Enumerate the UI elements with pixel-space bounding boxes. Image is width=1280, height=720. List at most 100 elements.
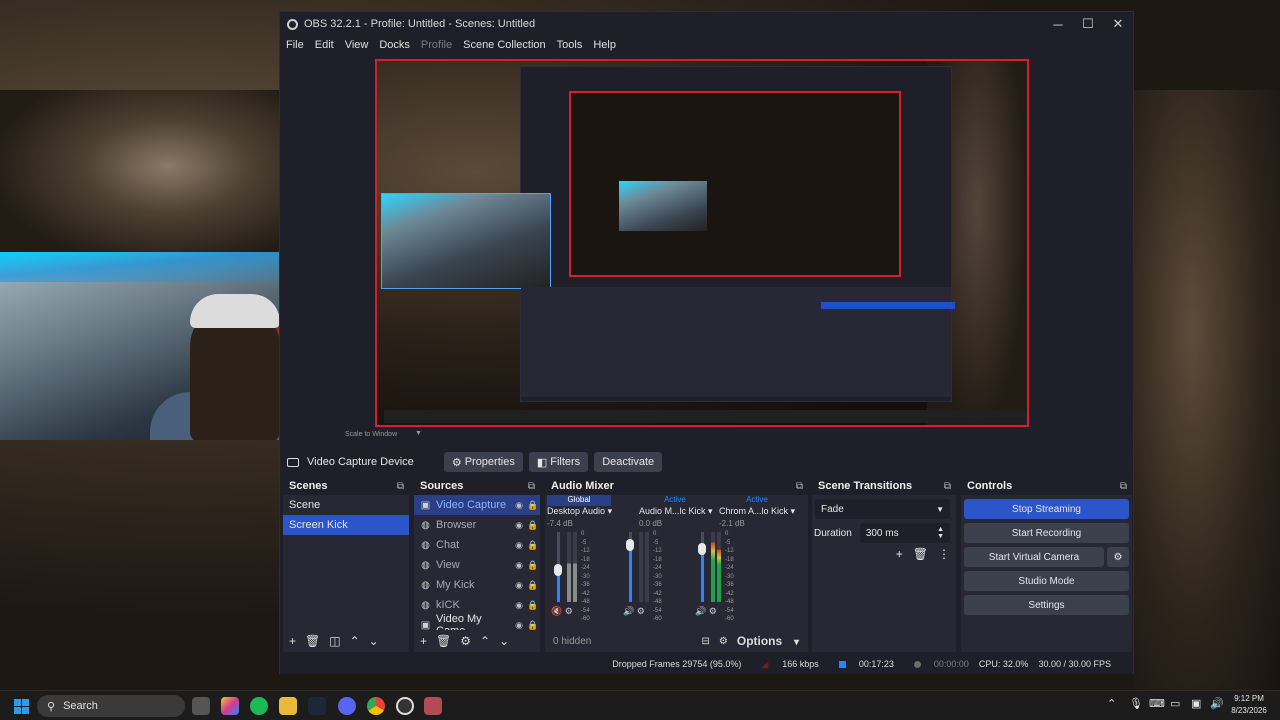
close-button[interactable]: ✕ bbox=[1103, 16, 1133, 32]
preview-canvas[interactable] bbox=[375, 59, 1029, 427]
menu-help[interactable]: Help bbox=[593, 39, 616, 51]
move-down-icon[interactable]: ⌄ bbox=[499, 634, 509, 648]
visibility-icon[interactable]: ◉ bbox=[512, 620, 526, 631]
studio-mode-button[interactable]: Studio Mode bbox=[964, 571, 1129, 591]
lock-icon[interactable]: 🔒 bbox=[526, 560, 540, 571]
mixer-layout-icon[interactable]: ⊟ bbox=[702, 636, 710, 647]
mixer-channel-name[interactable]: Audio M...lc Kick ▾ bbox=[639, 506, 713, 519]
move-up-icon[interactable]: ⌃ bbox=[480, 634, 490, 648]
discord-icon[interactable] bbox=[338, 697, 356, 715]
source-item[interactable]: ◍ kICK ◉ 🔒 bbox=[414, 595, 540, 615]
tray-overflow-icon[interactable]: ⌃ bbox=[1107, 697, 1116, 710]
chrome-icon[interactable] bbox=[367, 697, 385, 715]
source-item[interactable]: ◍ Chat ◉ 🔒 bbox=[414, 535, 540, 555]
volume-icon[interactable]: 🔊 bbox=[1210, 697, 1224, 710]
lock-icon[interactable]: 🔒 bbox=[526, 540, 540, 551]
windows-start-icon[interactable] bbox=[14, 699, 29, 714]
virtual-camera-settings-icon[interactable]: ⚙ bbox=[1107, 547, 1129, 567]
mixer-channel-name[interactable]: Desktop Audio ▾ bbox=[547, 506, 613, 519]
steam-icon[interactable] bbox=[308, 697, 326, 715]
settings-button[interactable]: Settings bbox=[964, 595, 1129, 615]
mute-icon[interactable]: 🔊 ⚙ bbox=[695, 606, 717, 617]
add-transition-icon[interactable]: + bbox=[896, 547, 903, 561]
undock-icon[interactable]: ⧉ bbox=[796, 481, 803, 492]
display-icon[interactable]: ▭ bbox=[1170, 697, 1180, 710]
source-item[interactable]: ◍ Browser ◉ 🔒 bbox=[414, 515, 540, 535]
visibility-icon[interactable]: ◉ bbox=[512, 500, 526, 511]
remove-transition-icon[interactable]: 🗑 bbox=[913, 547, 928, 561]
source-item[interactable]: ◍ My Kick ◉ 🔒 bbox=[414, 575, 540, 595]
start-virtual-camera-button[interactable]: Start Virtual Camera bbox=[964, 547, 1104, 567]
chevron-down-icon[interactable]: ▾ bbox=[791, 506, 796, 516]
file-explorer-icon[interactable] bbox=[279, 697, 297, 715]
move-up-icon[interactable]: ⌃ bbox=[350, 634, 360, 648]
mixer-tab[interactable]: Active bbox=[719, 495, 795, 506]
duration-input[interactable]: 300 ms ▲ ▼ bbox=[859, 523, 950, 543]
minimize-button[interactable]: ─ bbox=[1043, 17, 1073, 32]
chevron-down-icon[interactable]: ▾ bbox=[608, 506, 613, 516]
menu-edit[interactable]: Edit bbox=[315, 39, 334, 51]
scale-to-window-label[interactable]: Scale to Window bbox=[345, 431, 397, 438]
taskbar-clock[interactable]: 9:12 PM 8/23/2026 bbox=[1226, 693, 1272, 717]
taskbar-search[interactable]: ⚲ Search bbox=[37, 695, 185, 717]
spotify-icon[interactable] bbox=[250, 697, 268, 715]
menu-file[interactable]: File bbox=[286, 39, 304, 51]
menu-profile[interactable]: Profile bbox=[421, 39, 452, 51]
mute-icon[interactable]: 🔇 ⚙ bbox=[551, 606, 573, 617]
keyboard-icon[interactable]: ⌨ bbox=[1149, 697, 1165, 710]
maximize-button[interactable]: ☐ bbox=[1073, 16, 1103, 32]
visibility-icon[interactable]: ◉ bbox=[512, 600, 526, 611]
menu-docks[interactable]: Docks bbox=[379, 39, 410, 51]
lock-icon[interactable]: 🔒 bbox=[526, 620, 540, 631]
scene-filters-icon[interactable]: ◫ bbox=[329, 634, 340, 648]
scale-dropdown-icon[interactable]: ▼ bbox=[415, 430, 422, 437]
remove-source-icon[interactable]: 🗑 bbox=[436, 634, 451, 648]
mixer-tab[interactable]: Active bbox=[639, 495, 711, 506]
scene-item-scene[interactable]: Scene bbox=[283, 495, 409, 515]
visibility-icon[interactable]: ◉ bbox=[512, 520, 526, 531]
source-item[interactable]: ◍ View ◉ 🔒 bbox=[414, 555, 540, 575]
source-properties-icon[interactable]: ⚙ bbox=[460, 634, 471, 648]
undock-icon[interactable]: ⧉ bbox=[528, 481, 535, 492]
network-icon[interactable]: ▣ bbox=[1191, 697, 1201, 710]
undock-icon[interactable]: ⧉ bbox=[1120, 481, 1127, 492]
mute-icon[interactable]: 🔊 ⚙ bbox=[623, 606, 645, 617]
remove-scene-icon[interactable]: 🗑 bbox=[305, 634, 320, 648]
source-item[interactable]: ▣ Video Capture ◉ 🔒 bbox=[414, 495, 540, 515]
filters-button[interactable]: ◧ Filters bbox=[528, 452, 589, 472]
microphone-icon[interactable]: 🎙 bbox=[1129, 697, 1143, 710]
mixer-tab[interactable]: Global bbox=[547, 495, 611, 506]
spin-arrows-icon[interactable]: ▲ ▼ bbox=[937, 526, 944, 540]
lock-icon[interactable]: 🔒 bbox=[526, 520, 540, 531]
lock-icon[interactable]: 🔒 bbox=[526, 580, 540, 591]
mixer-channel-name[interactable]: Chrom A...lo Kick ▾ bbox=[719, 506, 795, 519]
visibility-icon[interactable]: ◉ bbox=[512, 540, 526, 551]
stop-streaming-button[interactable]: Stop Streaming bbox=[964, 499, 1129, 519]
obs-taskbar-icon[interactable] bbox=[396, 697, 414, 715]
lock-icon[interactable]: 🔒 bbox=[526, 600, 540, 611]
scene-item-screen-kick[interactable]: Screen Kick bbox=[283, 515, 409, 535]
volume-fader-knob[interactable] bbox=[626, 539, 634, 551]
deactivate-button[interactable]: Deactivate bbox=[594, 452, 663, 472]
menu-tools[interactable]: Tools bbox=[557, 39, 583, 51]
menu-view[interactable]: View bbox=[345, 39, 369, 51]
more-options-icon[interactable]: ⋮ bbox=[938, 547, 950, 561]
transition-select[interactable]: Fade ▼ bbox=[815, 499, 950, 519]
mixer-settings-icon[interactable]: ⚙ bbox=[719, 636, 728, 647]
undock-icon[interactable]: ⧉ bbox=[944, 481, 951, 492]
properties-button[interactable]: ⚙ Properties bbox=[443, 452, 523, 472]
mixer-options-button[interactable]: Options ▾ bbox=[737, 634, 799, 648]
volume-fader-knob[interactable] bbox=[554, 564, 562, 576]
obs-active-icon[interactable] bbox=[424, 697, 442, 715]
add-scene-icon[interactable]: + bbox=[289, 634, 296, 648]
visibility-icon[interactable]: ◉ bbox=[512, 580, 526, 591]
start-recording-button[interactable]: Start Recording bbox=[964, 523, 1129, 543]
copilot-icon[interactable] bbox=[221, 697, 239, 715]
volume-fader-knob[interactable] bbox=[698, 543, 706, 555]
task-view-icon[interactable] bbox=[192, 697, 210, 715]
undock-icon[interactable]: ⧉ bbox=[397, 481, 404, 492]
add-source-icon[interactable]: + bbox=[420, 634, 427, 648]
chevron-down-icon[interactable]: ▾ bbox=[708, 506, 713, 516]
visibility-icon[interactable]: ◉ bbox=[512, 560, 526, 571]
move-down-icon[interactable]: ⌄ bbox=[369, 634, 379, 648]
